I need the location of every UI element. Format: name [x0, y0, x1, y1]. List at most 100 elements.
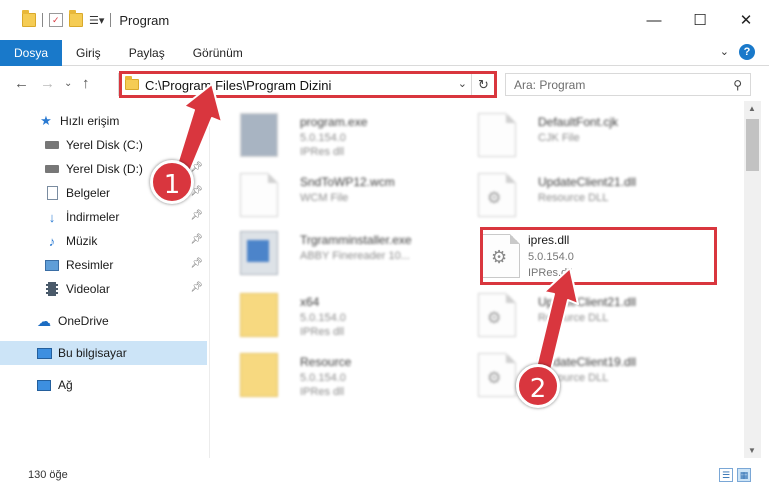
navigation-pane: ★ Hızlı erişim Yerel Disk (C:) 📌︎ Yerel …: [0, 101, 210, 458]
quick-access-toolbar: ✓ ☰▾: [0, 10, 112, 27]
sidebar-item-label: Resimler: [66, 258, 114, 272]
window-controls: — ☐ ✕: [631, 0, 769, 40]
sidebar-item-label: İndirmeler: [66, 210, 120, 224]
file-item[interactable]: SndToWP12.wcm WCM File: [228, 167, 468, 223]
folder-icon: [240, 293, 278, 337]
sidebar-item-music[interactable]: ♪ Müzik 📌︎: [0, 229, 207, 253]
details-view-icon[interactable]: ☰: [719, 468, 733, 482]
file-detail: Resource DLL: [538, 192, 609, 204]
maximize-button[interactable]: ☐: [677, 0, 723, 40]
tab-home[interactable]: Giriş: [62, 40, 115, 66]
pin-icon[interactable]: 📌︎: [190, 162, 203, 173]
pin-icon[interactable]: 📌︎: [190, 234, 203, 245]
back-arrow-icon[interactable]: ←: [14, 75, 29, 92]
drive-icon: [44, 161, 60, 177]
help-icon[interactable]: ?: [739, 44, 755, 60]
pin-icon[interactable]: 📌︎: [190, 258, 203, 269]
tab-share[interactable]: Paylaş: [115, 40, 179, 66]
new-folder-icon[interactable]: [69, 10, 83, 27]
tab-file[interactable]: Dosya: [0, 39, 63, 66]
item-count: 130 öğe: [28, 469, 68, 481]
file-item[interactable]: Resource 5.0.154.0 IPRes dll: [228, 347, 468, 403]
sidebar-item-label: Yerel Disk (D:): [66, 162, 143, 176]
sidebar-item-onedrive[interactable]: ☁ OneDrive: [0, 309, 207, 333]
sidebar-item-label: Bu bilgisayar: [58, 346, 127, 360]
window-title: Program: [119, 12, 170, 28]
sidebar-item-downloads[interactable]: ↓ İndirmeler 📌︎: [0, 205, 207, 229]
customize-toolbar-icon[interactable]: ☰▾: [89, 14, 104, 27]
recent-locations-icon[interactable]: ⌄: [64, 78, 72, 89]
tab-view[interactable]: Görünüm: [179, 40, 257, 66]
drive-icon: [44, 137, 60, 153]
file-name: SndToWP12.wcm: [300, 175, 395, 189]
step-1-badge: 1: [150, 160, 194, 204]
pin-icon[interactable]: 📌︎: [190, 138, 203, 149]
sidebar-item-label: Hızlı erişim: [60, 114, 120, 128]
sidebar-item-local-disk-c[interactable]: Yerel Disk (C:) 📌︎: [0, 133, 207, 157]
exe-icon: [240, 113, 278, 157]
search-box[interactable]: Ara: Program ⚲: [505, 73, 751, 96]
dll-icon: ⚙: [478, 293, 516, 337]
pin-icon[interactable]: 📌︎: [190, 210, 203, 221]
divider: [42, 13, 43, 27]
computer-icon: [36, 345, 52, 361]
expand-ribbon-icon[interactable]: ⌄: [720, 45, 729, 58]
document-icon: [240, 173, 278, 217]
divider: [110, 13, 112, 27]
view-switcher: ☰ ▦: [719, 468, 751, 482]
properties-icon[interactable]: ✓: [49, 13, 63, 27]
sidebar-item-this-pc[interactable]: Bu bilgisayar: [0, 341, 207, 365]
file-highlight-box: [480, 227, 717, 285]
minimize-button[interactable]: —: [631, 0, 677, 40]
file-name: Trgramminstaller.exe: [300, 233, 412, 247]
file-item[interactable]: x64 5.0.154.0 IPRes dll: [228, 287, 468, 343]
file-name: program.exe: [300, 115, 368, 129]
network-icon: [36, 377, 52, 393]
sidebar-item-label: Müzik: [66, 234, 98, 248]
file-detail: 5.0.154.0: [300, 372, 346, 384]
dll-icon: ⚙: [478, 353, 516, 397]
file-name: DefaultFont.cjk: [538, 115, 619, 129]
scrollbar-thumb[interactable]: [746, 119, 759, 171]
star-icon: ★: [40, 113, 52, 128]
sidebar-item-videos[interactable]: Videolar 📌︎: [0, 277, 207, 301]
file-item[interactable]: program.exe 5.0.154.0 IPRes dll: [228, 107, 468, 163]
scroll-up-icon[interactable]: ▲: [748, 104, 756, 113]
file-detail: ABBY Finereader 10...: [300, 250, 410, 262]
documents-icon: [44, 185, 60, 201]
search-input[interactable]: Ara: Program: [514, 78, 585, 92]
file-detail: IPRes dll: [300, 146, 345, 158]
tiles-view-icon[interactable]: ▦: [737, 468, 751, 482]
sidebar-item-pictures[interactable]: Resimler 📌︎: [0, 253, 207, 277]
file-item[interactable]: DefaultFont.cjk CJK File: [466, 107, 706, 163]
scroll-down-icon[interactable]: ▼: [748, 446, 756, 455]
search-icon[interactable]: ⚲: [733, 78, 742, 92]
file-item[interactable]: ⚙ UpdateClient19.dll Resource DLL: [466, 347, 706, 403]
sidebar-item-network[interactable]: Ağ: [0, 373, 207, 397]
forward-arrow-icon[interactable]: →: [40, 75, 55, 92]
file-detail: Resource DLL: [538, 312, 609, 324]
file-name: UpdateClient19.dll: [538, 355, 637, 369]
sidebar-item-label: Yerel Disk (C:): [66, 138, 143, 152]
pictures-icon: [44, 257, 60, 273]
file-name: UpdateClient21.dll: [538, 175, 637, 189]
step-2-badge: 2: [516, 364, 560, 408]
file-item[interactable]: ⚙ UpdateClient21.dll Resource DLL: [466, 287, 706, 343]
cloud-icon: ☁: [37, 312, 51, 329]
file-item[interactable]: Trgramminstaller.exe ABBY Finereader 10.…: [228, 225, 468, 281]
file-item[interactable]: ⚙ UpdateClient21.dll Resource DLL: [466, 167, 706, 223]
music-icon: ♪: [48, 233, 56, 249]
pin-icon[interactable]: 📌︎: [190, 282, 203, 293]
video-icon: [44, 281, 60, 297]
document-icon: [478, 113, 516, 157]
up-arrow-icon[interactable]: ↑: [82, 75, 90, 92]
sidebar-item-label: Videolar: [66, 282, 110, 296]
file-detail: IPRes dll: [300, 326, 345, 338]
title-bar: ✓ ☰▾ Program — ☐ ✕: [0, 0, 769, 40]
sidebar-item-quick-access[interactable]: ★ Hızlı erişim: [0, 109, 207, 133]
installer-icon: [240, 231, 278, 275]
close-button[interactable]: ✕: [723, 0, 769, 40]
vertical-scrollbar[interactable]: ▲ ▼: [744, 101, 761, 458]
file-name: x64: [300, 295, 320, 309]
sidebar-item-label: Belgeler: [66, 186, 111, 200]
